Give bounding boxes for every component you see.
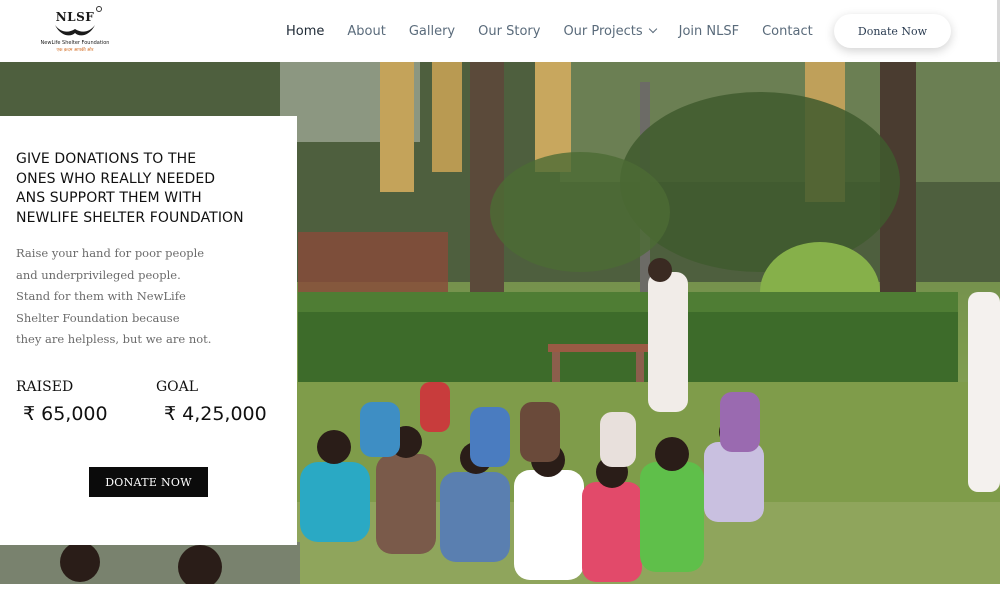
donate-now-button[interactable]: Donate Now (834, 14, 951, 48)
main-nav: Home About Gallery Our Story Our Project… (286, 0, 836, 62)
card-title-line: ANS SUPPORT THEM WITH (16, 190, 202, 206)
donate-now-card-button[interactable]: DONATE NOW (89, 467, 208, 497)
nav-about[interactable]: About (347, 24, 385, 39)
nav-home[interactable]: Home (286, 24, 324, 39)
chevron-down-icon (648, 24, 657, 34)
logo-name: NewLife Shelter Foundation (40, 40, 110, 46)
goal-value: ₹ 4,25,000 (164, 403, 267, 425)
hands-icon (55, 25, 95, 36)
card-description: Raise your hand for poor people and unde… (16, 243, 266, 351)
section-divider (0, 584, 1000, 600)
card-title: GIVE DONATIONS TO THE ONES WHO REALLY NE… (16, 150, 266, 228)
card-title-line: NEWLIFE SHELTER FOUNDATION (16, 209, 244, 226)
card-description-line: and underprivileged people. (16, 267, 181, 282)
card-title-line: ONES WHO REALLY NEEDED (16, 170, 216, 187)
card-description-line: Raise your hand for poor people (16, 246, 205, 260)
logo-tagline: एक क़दम आपकी ओर (56, 48, 94, 53)
nav-our-projects-label: Our Projects (563, 23, 643, 39)
nav-our-story[interactable]: Our Story (478, 24, 540, 39)
card-description-line: Shelter Foundation because (16, 310, 180, 325)
logo-mark: NLSF (55, 10, 95, 24)
nav-contact[interactable]: Contact (762, 24, 813, 39)
nav-our-projects[interactable]: Our Projects (563, 23, 657, 39)
card-description-line: they are helpless, but we are not. (16, 332, 212, 347)
site-header: NLSF NewLife Shelter Foundation एक क़दम … (0, 0, 1000, 62)
card-description-line: Stand for them with NewLife (16, 289, 186, 304)
site-logo[interactable]: NLSF NewLife Shelter Foundation एक क़दम … (41, 4, 109, 58)
registered-icon (96, 6, 102, 12)
raised-label: RAISED (16, 379, 74, 395)
card-title-line: GIVE DONATIONS TO THE (16, 151, 197, 167)
nav-gallery[interactable]: Gallery (409, 24, 455, 39)
goal-label: GOAL (156, 379, 199, 395)
donation-card: GIVE DONATIONS TO THE ONES WHO REALLY NE… (0, 116, 297, 545)
nav-join-nlsf[interactable]: Join NLSF (679, 24, 739, 39)
raised-value: ₹ 65,000 (23, 403, 108, 425)
